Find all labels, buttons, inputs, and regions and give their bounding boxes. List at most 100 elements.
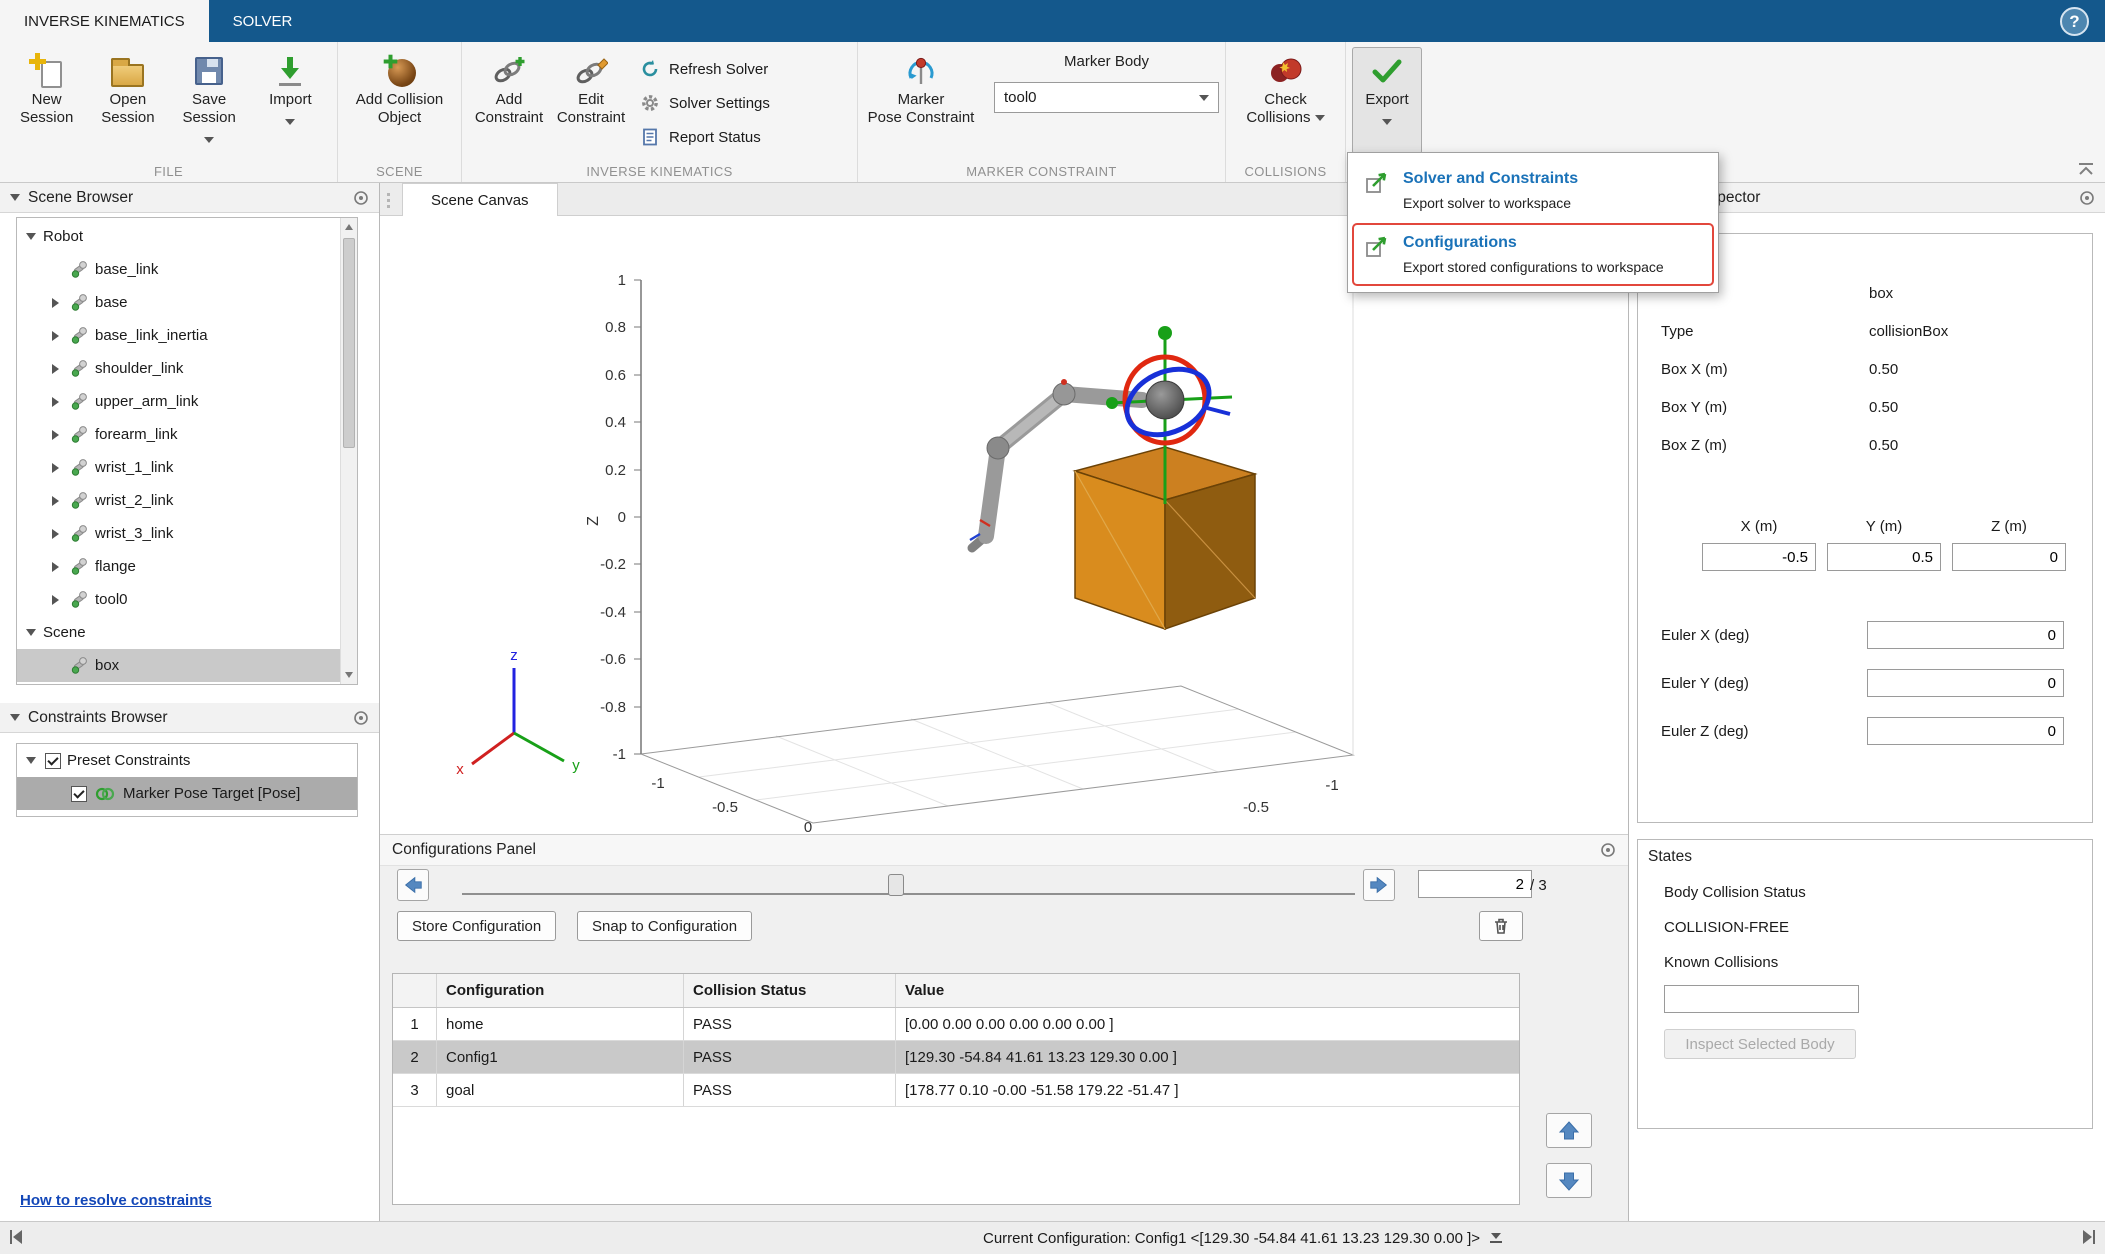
previous-configuration-button[interactable] [397,869,429,901]
collapse-toolstrip-icon[interactable] [2077,162,2095,176]
help-button[interactable]: ? [2060,7,2089,36]
expand-icon[interactable] [52,397,59,407]
collapse-icon[interactable] [26,629,36,636]
expand-icon[interactable] [52,595,59,605]
tree-item[interactable]: Robot [17,220,340,253]
scene-canvas-tab[interactable]: Scene Canvas [402,183,558,216]
configuration-row[interactable]: 1 home PASS [0.00 0.00 0.00 0.00 0.00 0.… [393,1008,1519,1041]
panel-options-icon[interactable] [353,190,369,206]
add-constraint-button[interactable]: Add Constraint [468,47,550,154]
open-session-button[interactable]: Open Session [87,47,168,154]
constraint-checkbox[interactable] [71,786,87,802]
expand-icon[interactable] [52,463,59,473]
scroll-down-icon[interactable] [341,667,357,683]
panel-options-icon[interactable] [353,710,369,726]
marker-body-dropdown-icon [1199,95,1209,101]
tree-item[interactable]: box [17,649,340,682]
toolstrip-section-scene: Add Collision Object SCENE [338,42,462,182]
tree-item[interactable]: wrist_3_link [17,517,340,550]
tree-item[interactable]: base [17,286,340,319]
x-position-input[interactable] [1702,543,1816,571]
tree-item[interactable]: Scene [17,616,340,649]
new-session-button[interactable]: New Session [6,47,87,154]
refresh-solver-button[interactable]: Refresh Solver [640,57,770,81]
configuration-row[interactable]: 3 goal PASS [178.77 0.10 -0.00 -51.58 17… [393,1074,1519,1107]
menu-item-subtitle: Export solver to workspace [1403,195,1578,211]
solver-settings-button[interactable]: Solver Settings [640,91,770,115]
tree-item[interactable]: flange [17,550,340,583]
collapse-icon[interactable] [26,757,36,764]
collapse-panel-icon[interactable] [10,194,20,201]
tree-item[interactable]: wrist_1_link [17,451,340,484]
configuration-dropdown-icon[interactable] [1490,1233,1502,1243]
import-button[interactable]: Import [250,47,331,154]
tree-item[interactable]: wrist_2_link [17,484,340,517]
store-configuration-button[interactable]: Store Configuration [397,911,556,941]
scene-canvas[interactable]: 1 0.8 0.6 0.4 0.2 0 -0.2 -0.4 -0.6 -0.8 … [380,216,1628,834]
snap-to-configuration-button[interactable]: Snap to Configuration [577,911,752,941]
expand-icon[interactable] [52,331,59,341]
collapse-panel-icon[interactable] [10,714,20,721]
expand-icon[interactable] [52,364,59,374]
check-collisions-button[interactable]: Check Collisions [1234,47,1338,154]
inspect-selected-body-button[interactable]: Inspect Selected Body [1664,1029,1856,1059]
expand-icon[interactable] [52,496,59,506]
collapse-icon[interactable] [26,233,36,240]
import-dropdown-icon[interactable] [285,119,295,125]
save-session-dropdown-icon[interactable] [204,137,214,143]
marker-body-dropdown[interactable]: tool0 [994,82,1219,113]
constraint-item[interactable]: Marker Pose Target [Pose] [17,777,357,810]
column-header-configuration[interactable]: Configuration [437,974,684,1007]
column-header-value[interactable]: Value [896,974,1519,1007]
move-configuration-down-button[interactable] [1546,1163,1592,1198]
expand-icon[interactable] [52,430,59,440]
add-collision-object-button[interactable]: Add Collision Object [346,47,454,154]
panel-options-icon[interactable] [1600,842,1616,858]
marker-pose-constraint-button[interactable]: Marker Pose Constraint [864,47,978,154]
known-collisions-input[interactable] [1664,985,1859,1013]
tree-item[interactable]: upper_arm_link [17,385,340,418]
expand-icon[interactable] [52,529,59,539]
euler-z-input[interactable] [1867,717,2064,745]
column-header-collision-status[interactable]: Collision Status [684,974,896,1007]
save-session-button[interactable]: Save Session [169,47,250,154]
configuration-slider[interactable] [462,893,1355,895]
robot-link-icon [67,392,91,411]
euler-x-input[interactable] [1867,621,2064,649]
ribbon-tab[interactable]: SOLVER [209,0,317,42]
tree-scrollbar[interactable] [340,218,357,684]
constraint-item[interactable]: Preset Constraints [17,744,357,777]
center-panel: Scene Canvas [380,183,1629,1221]
expand-icon[interactable] [52,298,59,308]
go-to-first-icon[interactable] [10,1230,22,1244]
ribbon-tab[interactable]: INVERSE KINEMATICS [0,0,209,42]
panel-options-icon[interactable] [2079,190,2095,206]
expand-icon[interactable] [52,562,59,572]
column-header-index[interactable] [393,974,437,1007]
scrollbar-thumb[interactable] [343,238,355,448]
move-configuration-up-button[interactable] [1546,1113,1592,1148]
scroll-up-icon[interactable] [341,219,357,235]
next-configuration-button[interactable] [1363,869,1395,901]
go-to-last-icon[interactable] [2083,1230,2095,1244]
euler-y-input[interactable] [1867,669,2064,697]
tree-item[interactable]: base_link_inertia [17,319,340,352]
scene-3d-view[interactable]: 1 0.8 0.6 0.4 0.2 0 -0.2 -0.4 -0.6 -0.8 … [380,216,1628,834]
tree-item[interactable]: tool0 [17,583,340,616]
export-menu-item[interactable]: Solver and Constraints Export solver to … [1352,159,1714,222]
constraint-checkbox[interactable] [45,753,61,769]
export-button[interactable]: Export [1352,47,1422,154]
z-position-input[interactable] [1952,543,2066,571]
y-position-input[interactable] [1827,543,1941,571]
configuration-slider-handle[interactable] [888,874,904,896]
export-menu-item[interactable]: Configurations Export stored configurati… [1352,223,1714,286]
edit-constraint-button[interactable]: Edit Constraint [550,47,632,154]
resolve-constraints-link[interactable]: How to resolve constraints [20,1192,212,1209]
configuration-row[interactable]: 2 Config1 PASS [129.30 -54.84 41.61 13.2… [393,1041,1519,1074]
tree-item[interactable]: forearm_link [17,418,340,451]
delete-configuration-button[interactable] [1479,911,1523,941]
tree-item[interactable]: base_link [17,253,340,286]
configuration-index-input[interactable] [1418,870,1532,898]
tree-item[interactable]: shoulder_link [17,352,340,385]
report-status-button[interactable]: Report Status [640,125,770,149]
